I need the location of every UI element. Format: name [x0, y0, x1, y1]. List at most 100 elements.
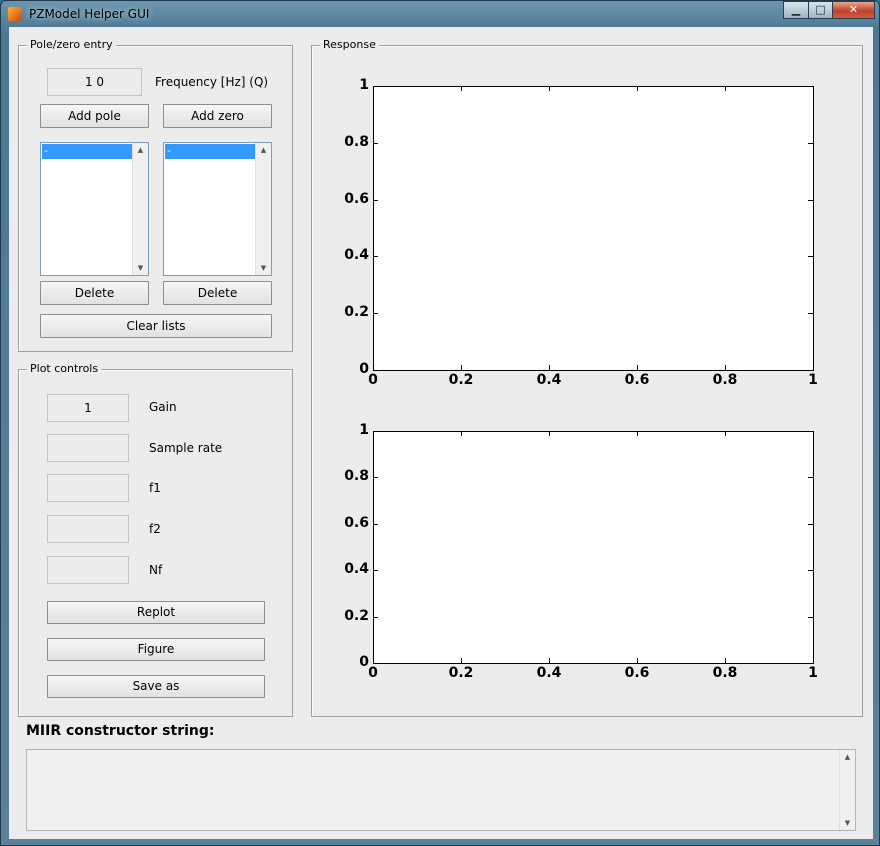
add-pole-button[interactable]: Add pole: [40, 104, 149, 128]
save-as-button[interactable]: Save as: [47, 675, 265, 698]
zeros-listbox[interactable]: - ▲ ▼: [163, 142, 272, 276]
y-tick-label: 0.4: [344, 247, 369, 264]
y-tick-mark: [373, 370, 378, 371]
scroll-up-icon[interactable]: ▲: [256, 143, 271, 157]
y-tick-mark: [808, 142, 813, 144]
y-tick-label: 0.4: [344, 561, 369, 578]
sample-rate-input[interactable]: [47, 434, 129, 462]
x-tick-label: 0.6: [624, 372, 650, 388]
y-tick-mark: [808, 256, 813, 258]
x-tick-label: 1: [808, 665, 818, 681]
x-tick-label: 0.4: [536, 665, 562, 681]
y-tick-label: 0.8: [344, 468, 369, 485]
x-tick-label: 0.4: [536, 372, 562, 388]
phase-axes[interactable]: [373, 431, 814, 664]
y-tick-mark: [808, 313, 813, 315]
nf-label: Nf: [149, 563, 163, 577]
y-tick-label: 0.6: [344, 514, 369, 531]
x-tick-label: 0.2: [448, 372, 474, 388]
y-tick-mark: [373, 199, 378, 201]
scroll-up-icon[interactable]: ▲: [133, 143, 148, 157]
y-tick-mark: [808, 431, 813, 432]
gain-label: Gain: [149, 400, 177, 414]
x-tick-mark: [549, 86, 550, 91]
y-tick-label: 0.2: [344, 304, 369, 321]
scroll-down-icon[interactable]: ▼: [840, 816, 855, 830]
y-tick-mark: [808, 477, 813, 479]
x-tick-mark: [637, 365, 638, 370]
window-title: PZModel Helper GUI: [29, 7, 150, 21]
maximize-button[interactable]: □: [808, 1, 833, 19]
y-tick-mark: [373, 431, 378, 432]
scroll-up-icon[interactable]: ▲: [840, 750, 855, 764]
miir-constructor-label: MIIR constructor string:: [26, 723, 215, 739]
x-tick-label: 1: [808, 372, 818, 388]
y-tick-label: 0.8: [344, 133, 369, 150]
y-tick-mark: [808, 86, 813, 87]
replot-button[interactable]: Replot: [47, 601, 265, 624]
y-tick-mark: [808, 616, 813, 618]
gain-input[interactable]: 1: [47, 394, 129, 422]
minimize-button[interactable]: ▁: [783, 1, 809, 19]
f2-input[interactable]: [47, 515, 129, 543]
y-tick-mark: [808, 199, 813, 201]
add-zero-button[interactable]: Add zero: [163, 104, 272, 128]
x-tick-label: 0.8: [712, 665, 738, 681]
clear-lists-button[interactable]: Clear lists: [40, 314, 272, 338]
x-tick-mark: [549, 431, 550, 436]
poles-listbox[interactable]: - ▲ ▼: [40, 142, 149, 276]
x-tick-label: 0.8: [712, 372, 738, 388]
y-tick-label: 0.2: [344, 607, 369, 624]
x-tick-mark: [813, 658, 814, 663]
x-tick-label: 0.2: [448, 665, 474, 681]
y-tick-label: 1: [359, 422, 369, 438]
zeros-list-item[interactable]: -: [165, 144, 255, 159]
y-tick-mark: [373, 570, 378, 572]
pole-zero-entry-label: Pole/zero entry: [27, 38, 116, 51]
y-tick-label: 0: [359, 654, 369, 670]
poles-list-item[interactable]: -: [42, 144, 132, 159]
matlab-logo-icon: [8, 7, 22, 21]
magnitude-axes[interactable]: [373, 86, 814, 371]
close-button[interactable]: ✕: [832, 1, 875, 19]
app-window: PZModel Helper GUI ▁ □ ✕ Pole/zero entry…: [0, 0, 880, 846]
x-tick-label: 0: [368, 372, 378, 388]
scroll-down-icon[interactable]: ▼: [256, 261, 271, 275]
x-tick-mark: [725, 658, 726, 663]
client-area: Pole/zero entry 1 0 Frequency [Hz] (Q) A…: [9, 27, 873, 839]
miir-constructor-textbox[interactable]: ▲ ▼: [26, 749, 856, 831]
f1-label: f1: [149, 481, 161, 495]
nf-input[interactable]: [47, 556, 129, 584]
frequency-input[interactable]: 1 0: [47, 68, 142, 96]
y-tick-mark: [373, 663, 378, 664]
x-tick-mark: [549, 658, 550, 663]
title-bar[interactable]: PZModel Helper GUI ▁ □ ✕: [1, 1, 879, 27]
y-tick-mark: [808, 663, 813, 664]
y-tick-mark: [373, 142, 378, 144]
plot-controls-label: Plot controls: [27, 362, 102, 375]
y-tick-mark: [373, 313, 378, 315]
x-tick-mark: [637, 86, 638, 91]
f2-label: f2: [149, 522, 161, 536]
y-tick-mark: [808, 570, 813, 572]
x-tick-mark: [461, 431, 462, 436]
figure-button[interactable]: Figure: [47, 638, 265, 661]
y-tick-mark: [373, 523, 378, 525]
miir-scrollbar[interactable]: ▲ ▼: [839, 750, 855, 830]
delete-zero-button[interactable]: Delete: [163, 281, 272, 305]
f1-input[interactable]: [47, 474, 129, 502]
x-tick-mark: [725, 86, 726, 91]
y-tick-mark: [373, 86, 378, 87]
x-tick-mark: [461, 365, 462, 370]
response-label: Response: [320, 38, 379, 51]
x-tick-label: 0.6: [624, 665, 650, 681]
y-tick-mark: [808, 523, 813, 525]
zeros-scrollbar[interactable]: ▲ ▼: [255, 143, 271, 275]
x-tick-mark: [461, 86, 462, 91]
scroll-down-icon[interactable]: ▼: [133, 261, 148, 275]
x-tick-mark: [725, 365, 726, 370]
poles-scrollbar[interactable]: ▲ ▼: [132, 143, 148, 275]
delete-pole-button[interactable]: Delete: [40, 281, 149, 305]
x-tick-mark: [813, 86, 814, 91]
y-tick-mark: [373, 616, 378, 618]
